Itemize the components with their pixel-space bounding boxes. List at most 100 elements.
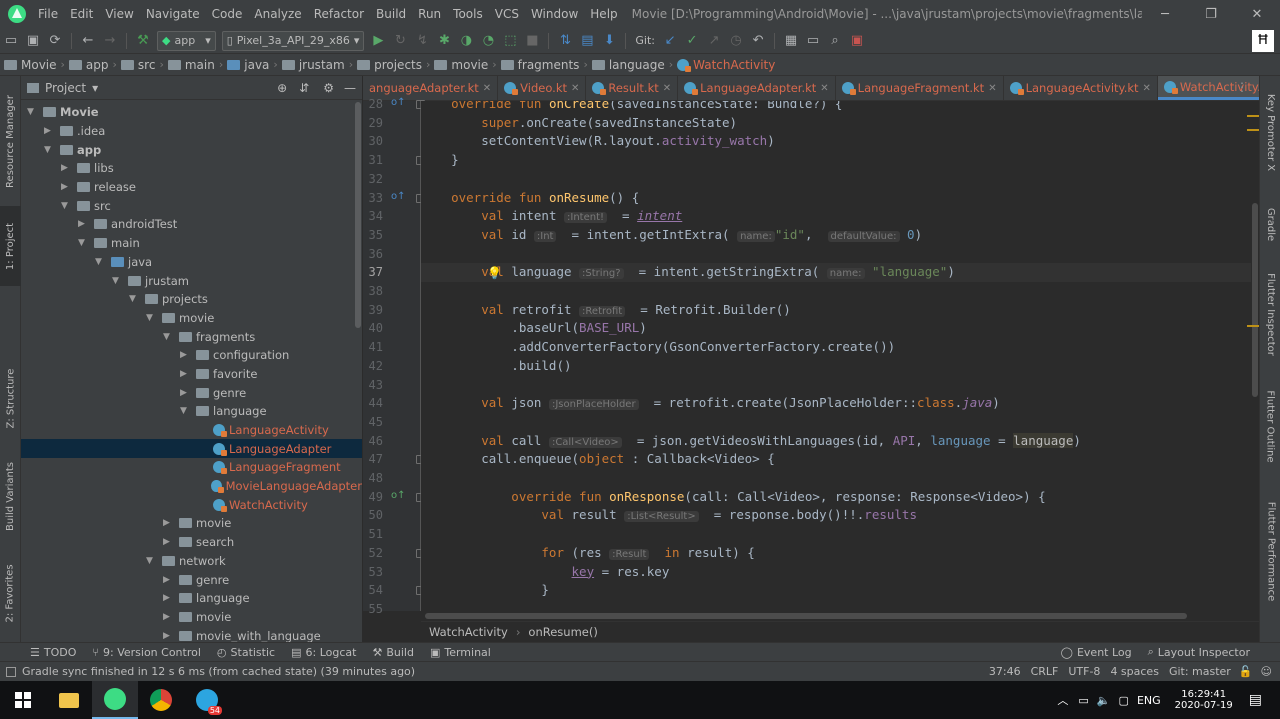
menu-refactor[interactable]: Refactor [308,7,370,21]
git-update-icon[interactable]: ↙ [659,30,681,52]
tab-result-kt[interactable]: Result.kt ✕ [586,76,679,100]
gear-icon[interactable]: ⚙ [323,81,334,95]
chevron-right-icon[interactable]: ▶ [163,631,175,641]
chevron-right-icon[interactable]: ▶ [163,612,175,622]
close-icon[interactable]: ✕ [663,83,671,94]
debug-icon[interactable]: ✱ [433,30,455,52]
code-line[interactable]: val language :String? = intent.getString… [421,263,1251,282]
hide-icon[interactable]: — [344,81,356,95]
caret-position[interactable]: 37:46 [989,665,1021,678]
locate-icon[interactable]: ⊕ [277,81,287,95]
close-icon[interactable]: ✕ [1143,83,1151,94]
tab-gradle[interactable]: Gradle [1260,194,1280,254]
breadcrumb-item[interactable]: java [223,58,273,72]
breadcrumb-item[interactable]: projects [353,58,426,72]
event-log-tab[interactable]: ◯ Event Log [1053,646,1140,659]
chevron-down-icon[interactable]: ▼ [129,294,141,304]
code-line[interactable] [421,413,1251,432]
code-line[interactable] [421,245,1251,264]
tree-row[interactable]: ▼ network [21,552,362,571]
stop-icon[interactable]: ■ [521,30,543,52]
chevron-right-icon[interactable]: ▶ [163,537,175,547]
code-line[interactable] [421,170,1251,189]
chevron-down-icon[interactable]: ▼ [95,257,107,267]
tab-flutter-outline[interactable]: Flutter Outline [1260,381,1280,471]
android-studio-taskbar-icon[interactable] [92,681,138,719]
status-message[interactable]: Gradle sync finished in 12 s 6 ms (from … [22,665,989,678]
breadcrumb-item[interactable]: Movie [0,58,61,72]
tree-scrollbar[interactable] [355,102,361,328]
tree-row[interactable]: ▶ language [21,589,362,608]
tree-row[interactable]: WatchActivity [21,495,362,514]
breadcrumb-item[interactable]: language [588,58,669,72]
build-tab[interactable]: ⚒ Build [364,646,422,659]
git-history-icon[interactable]: ◷ [725,30,747,52]
menu-window[interactable]: Window [525,7,584,21]
chrome-icon[interactable] [138,681,184,719]
tree-row[interactable]: LanguageFragment [21,458,362,477]
breadcrumb-item[interactable]: src [117,58,160,72]
code-line[interactable]: override fun onResume() { [421,189,1251,208]
close-icon[interactable]: ✕ [571,83,579,94]
code-line[interactable]: .baseUrl(BASE_URL) [421,319,1251,338]
line-separator[interactable]: CRLF [1031,665,1059,678]
tab-video-kt[interactable]: Video.kt ✕ [498,76,587,100]
chevron-down-icon[interactable]: ▼ [112,276,124,286]
implement-marker-icon[interactable]: o↑ [391,490,406,501]
code-line[interactable] [421,282,1251,301]
code-line[interactable]: val call :Call<Video> = json.getVideosWi… [421,432,1251,451]
tree-row[interactable]: ▶ androidTest [21,215,362,234]
code-line[interactable] [421,376,1251,395]
chevron-right-icon[interactable]: ▶ [44,126,56,136]
tree-row[interactable]: ▼ main [21,234,362,253]
todo-tab[interactable]: ☰ TODO [22,646,84,659]
code-line[interactable] [421,469,1251,488]
sync-icon[interactable]: ⟳ [44,30,66,52]
tree-row[interactable]: ▶ .idea [21,122,362,141]
tree-row[interactable]: ▶ favorite [21,365,362,384]
chevron-down-icon[interactable]: ▾ [92,81,98,95]
horizontal-scroll-thumb[interactable] [425,613,1187,619]
warning-marker[interactable] [1247,325,1259,327]
notifications-icon[interactable]: ▤ [1249,692,1262,708]
breadcrumb-item[interactable]: jrustam [278,58,349,72]
statistic-tab[interactable]: ◴ Statistic [209,646,283,659]
forward-icon[interactable]: → [99,30,121,52]
version-control-tab[interactable]: ⑂ 9: Version Control [84,646,209,659]
menu-edit[interactable]: Edit [64,7,99,21]
tree-row[interactable]: ▼ app [21,140,362,159]
tree-row[interactable]: ▼ jrustam [21,271,362,290]
search-icon[interactable]: ⌕ [824,30,846,52]
lock-icon[interactable]: 🔓 [1239,665,1253,678]
breadcrumb-item[interactable]: WatchActivity [673,58,779,72]
chevron-right-icon[interactable]: ▶ [163,593,175,603]
breadcrumb-item[interactable]: fragments [497,58,584,72]
close-icon[interactable]: ✕ [483,83,491,94]
git-push-icon[interactable]: ↗ [703,30,725,52]
tab-flutter-inspector[interactable]: Flutter Inspector [1260,264,1280,364]
minimize-button[interactable]: ─ [1142,7,1188,22]
chevron-down-icon[interactable]: ▼ [146,313,158,323]
tab-resource-manager[interactable]: Resource Manager [0,86,21,196]
layout-inspector-tab[interactable]: ⌕ Layout Inspector [1140,645,1258,659]
open-folder-icon[interactable]: ▭ [0,30,22,52]
chevron-right-icon[interactable]: ▶ [163,575,175,585]
breadcrumb-item[interactable]: main [164,58,219,72]
code-line[interactable]: } [421,151,1251,170]
chevron-right-icon[interactable]: ▶ [180,388,192,398]
breadcrumb-method[interactable]: onResume() [528,625,597,639]
code-line[interactable]: } [421,581,1251,600]
code-line[interactable] [421,600,1251,611]
tree-row[interactable]: LanguageAdapter [21,439,362,459]
save-icon[interactable]: ▣ [22,30,44,52]
breadcrumb-item[interactable]: app [65,58,113,72]
code-line[interactable]: setContentView(R.layout.activity_watch) [421,132,1251,151]
volume-icon[interactable]: 🔈 [1097,694,1111,707]
override-marker-icon[interactable]: o↑ [391,191,406,202]
menu-vcs[interactable]: VCS [489,7,525,21]
back-icon[interactable]: ← [77,30,99,52]
tree-row[interactable]: ▶ genre [21,383,362,402]
indent-setting[interactable]: 4 spaces [1110,665,1159,678]
git-branch[interactable]: Git: master [1169,665,1231,678]
apply-changes-icon[interactable]: ↻ [389,30,411,52]
